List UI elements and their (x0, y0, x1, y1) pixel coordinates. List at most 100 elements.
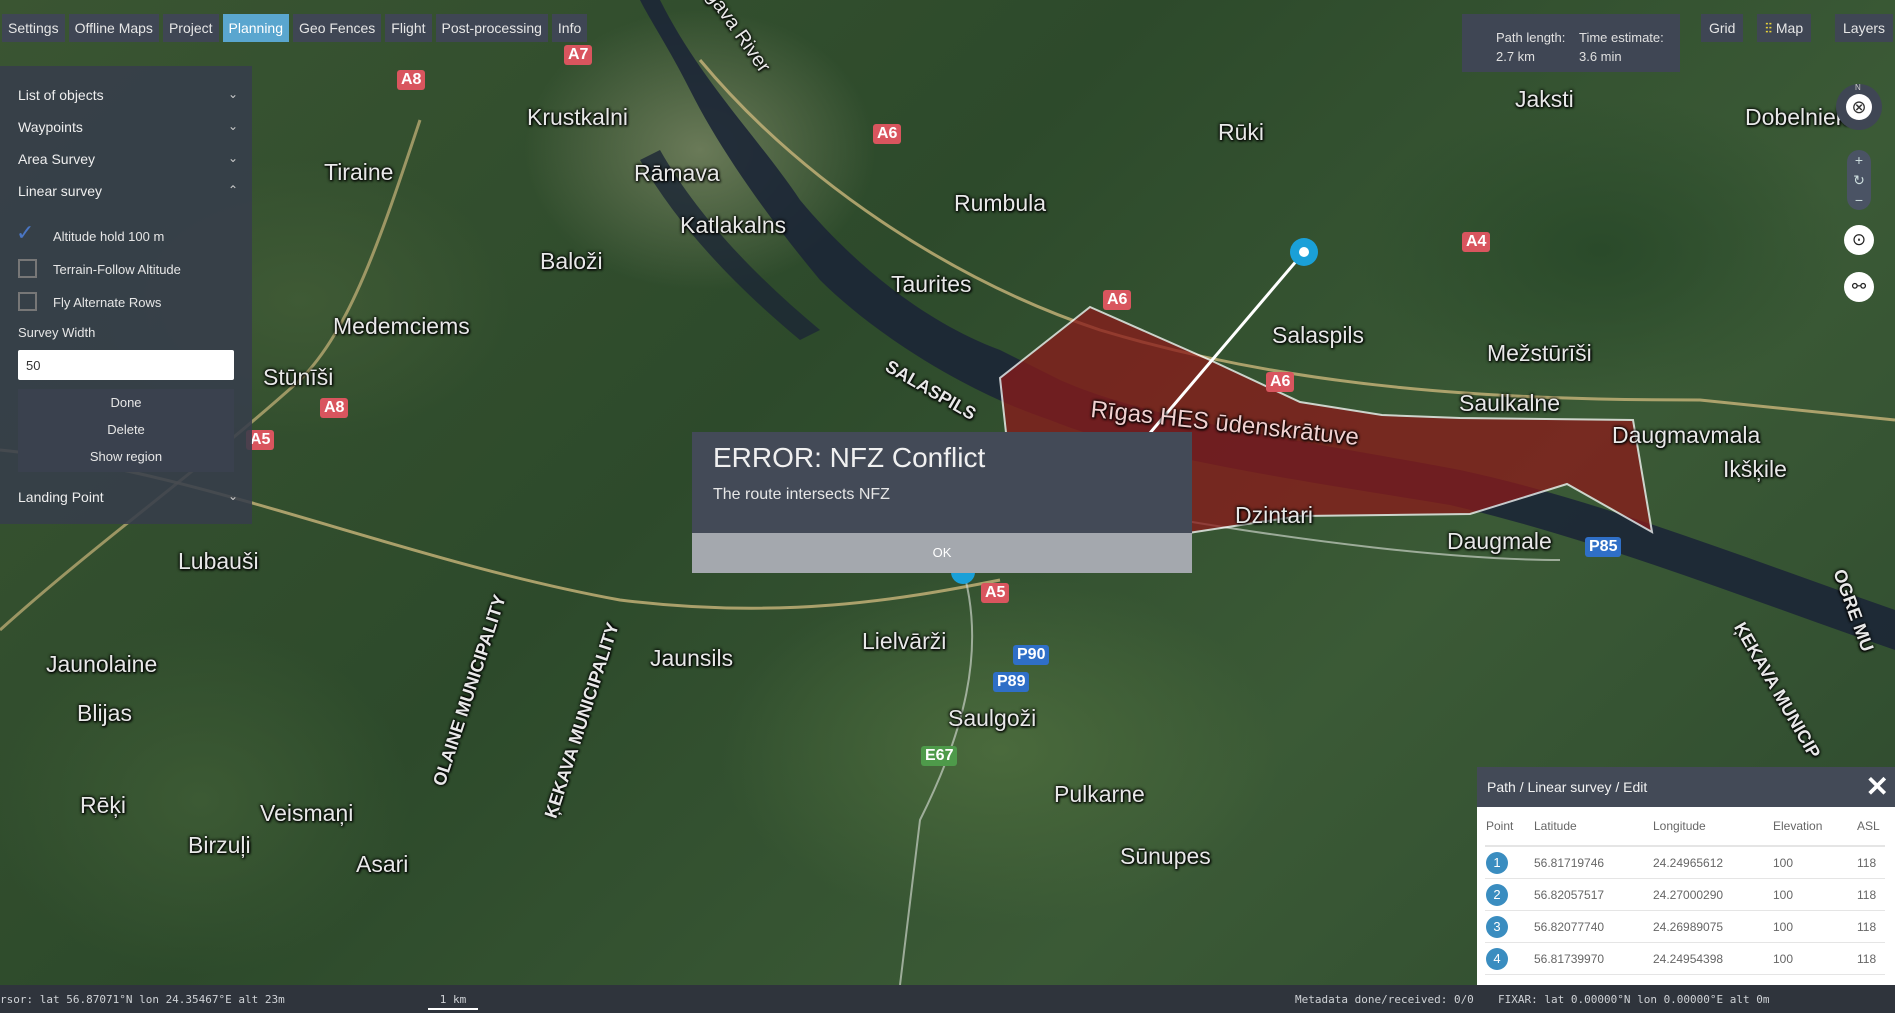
checkmark-icon[interactable]: ✓ (16, 220, 34, 246)
top-nav: Settings Offline Maps Project Planning G… (2, 14, 588, 42)
option-fly-alternate-rows[interactable]: Fly Alternate Rows (53, 295, 161, 310)
point-badge[interactable]: 2 (1486, 883, 1508, 906)
map-label: Salaspils (1272, 322, 1365, 348)
fly-alternate-rows-checkbox[interactable] (18, 292, 37, 311)
tab-post-processing[interactable]: Post-processing (435, 14, 548, 42)
map-label: Birzuļi (188, 832, 251, 858)
tab-project[interactable]: Project (162, 14, 219, 42)
option-altitude-hold[interactable]: Altitude hold 100 m (53, 229, 164, 244)
zoom-control: + ↻ − (1847, 150, 1871, 210)
tab-info[interactable]: Info (551, 14, 588, 42)
fixar-position: FIXAR: lat 0.00000°N lon 0.00000°E alt 0… (1498, 993, 1770, 1006)
elevation-cell[interactable]: 100 (1772, 878, 1856, 911)
asl-cell: 118 (1856, 878, 1885, 911)
road-badge: A8 (397, 70, 426, 90)
terrain-follow-checkbox[interactable] (18, 259, 37, 278)
elevation-cell[interactable]: 100 (1772, 910, 1856, 943)
zoom-in-button[interactable]: + (1847, 150, 1871, 170)
dialog-message: The route intersects NFZ (713, 486, 890, 503)
ruler-icon: ⚯ (1851, 277, 1867, 296)
longitude-cell[interactable]: 24.24965612 (1652, 846, 1772, 879)
map-label: Rūki (1218, 119, 1265, 145)
path-length-label: Path length: (1496, 30, 1566, 45)
map-label: Lubauši (178, 548, 259, 574)
cursor-coordinates: rsor: lat 56.87071°N lon 24.35467°E alt … (0, 993, 285, 1006)
compass-icon: ⊗ (1846, 94, 1872, 120)
road-badge: A7 (564, 45, 593, 65)
map-label: Jaunolaine (46, 651, 158, 677)
reset-rotation-button[interactable]: ↻ (1847, 170, 1871, 190)
done-button[interactable]: Done (18, 389, 234, 416)
asl-cell: 118 (1856, 846, 1885, 879)
map-label: Medemciems (333, 313, 470, 339)
column-header: ASL (1856, 807, 1885, 847)
latitude-cell[interactable]: 56.82057517 (1533, 878, 1652, 911)
section-list-of-objects[interactable]: List of objects ⌄ (18, 87, 238, 103)
ok-button[interactable]: OK (692, 533, 1192, 573)
show-region-button[interactable]: Show region (18, 443, 234, 470)
road-badge: A4 (1462, 232, 1491, 252)
section-area-survey[interactable]: Area Survey ⌄ (18, 151, 238, 167)
compass-button[interactable]: N ⊗ (1836, 83, 1882, 130)
tab-offline-maps[interactable]: Offline Maps (68, 14, 159, 42)
elevation-cell[interactable]: 100 (1772, 846, 1856, 879)
delete-button[interactable]: Delete (18, 416, 234, 443)
map-label: Katlakalns (680, 212, 787, 238)
layers-button[interactable]: Layers (1835, 14, 1894, 42)
table-row[interactable]: 2 56.82057517 24.27000290 100 118 (1485, 878, 1885, 911)
section-linear-survey[interactable]: Linear survey ⌃ (18, 183, 238, 199)
road-badge: A5 (981, 583, 1010, 603)
road-badge: A8 (320, 398, 349, 418)
option-terrain-follow[interactable]: Terrain-Follow Altitude (53, 262, 181, 277)
section-landing-point[interactable]: Landing Point ⌄ (18, 489, 238, 505)
table-row[interactable]: 3 56.82077740 24.26989075 100 118 (1485, 910, 1885, 943)
crosshair-icon: ⊙ (1851, 230, 1867, 249)
tab-settings[interactable]: Settings (2, 14, 65, 42)
path-length-value: 2.7 km (1496, 49, 1536, 64)
map-label: Lielvārži (862, 628, 947, 654)
longitude-cell[interactable]: 24.26989075 (1652, 910, 1772, 943)
scale-bar: 1 km (428, 985, 478, 1010)
map-label: Saulkalne (1459, 390, 1561, 416)
survey-width-input[interactable] (18, 350, 234, 380)
point-badge[interactable]: 3 (1486, 915, 1508, 938)
map-label: Daugmale (1447, 528, 1552, 554)
latitude-cell[interactable]: 56.82077740 (1533, 910, 1652, 943)
map-label: Sūnupes (1120, 843, 1211, 869)
locate-button[interactable]: ⊙ (1844, 225, 1874, 255)
latitude-cell[interactable]: 56.81739970 (1533, 942, 1652, 975)
section-waypoints[interactable]: Waypoints ⌄ (18, 119, 238, 135)
tab-geo-fences[interactable]: Geo Fences (293, 14, 382, 42)
road-badge: A6 (1266, 372, 1295, 392)
section-label: Area Survey (18, 151, 96, 167)
tab-flight[interactable]: Flight (385, 14, 432, 42)
road-badge: A6 (1103, 290, 1132, 310)
point-badge[interactable]: 4 (1486, 947, 1508, 970)
table-row[interactable]: 4 56.81739970 24.24954398 100 118 (1485, 942, 1885, 975)
map-button-label: Map (1775, 20, 1804, 36)
table-row[interactable]: 1 56.81719746 24.24965612 100 118 (1485, 846, 1885, 879)
road-badge: E67 (921, 746, 958, 766)
map-button[interactable]: ⫶⫶ Map (1757, 14, 1812, 42)
latitude-cell[interactable]: 56.81719746 (1533, 846, 1652, 879)
measure-button[interactable]: ⚯ (1844, 272, 1874, 302)
grid-button[interactable]: Grid (1701, 14, 1744, 42)
map-label: Asari (356, 851, 409, 877)
map-label: Pulkarne (1054, 781, 1145, 807)
tab-planning[interactable]: Planning (222, 14, 290, 42)
point-badge[interactable]: 1 (1486, 851, 1508, 874)
chevron-down-icon: ⌄ (227, 119, 238, 133)
survey-width-label: Survey Width (18, 325, 96, 340)
path-panel-header: Path / Linear survey / Edit ✕ (1477, 767, 1895, 807)
longitude-cell[interactable]: 24.24954398 (1652, 942, 1772, 975)
longitude-cell[interactable]: 24.27000290 (1652, 878, 1772, 911)
elevation-cell[interactable]: 100 (1772, 942, 1856, 975)
close-icon[interactable]: ✕ (1866, 767, 1889, 807)
map-label: Mežstūrīši (1487, 340, 1592, 366)
zoom-out-button[interactable]: − (1847, 190, 1871, 210)
map-label: Saulgoži (948, 705, 1037, 731)
map-label: Krustkalni (527, 104, 628, 130)
road-badge: P90 (1013, 645, 1050, 665)
map-label: Jaunsils (650, 645, 734, 671)
chevron-down-icon: ⌄ (227, 151, 238, 165)
